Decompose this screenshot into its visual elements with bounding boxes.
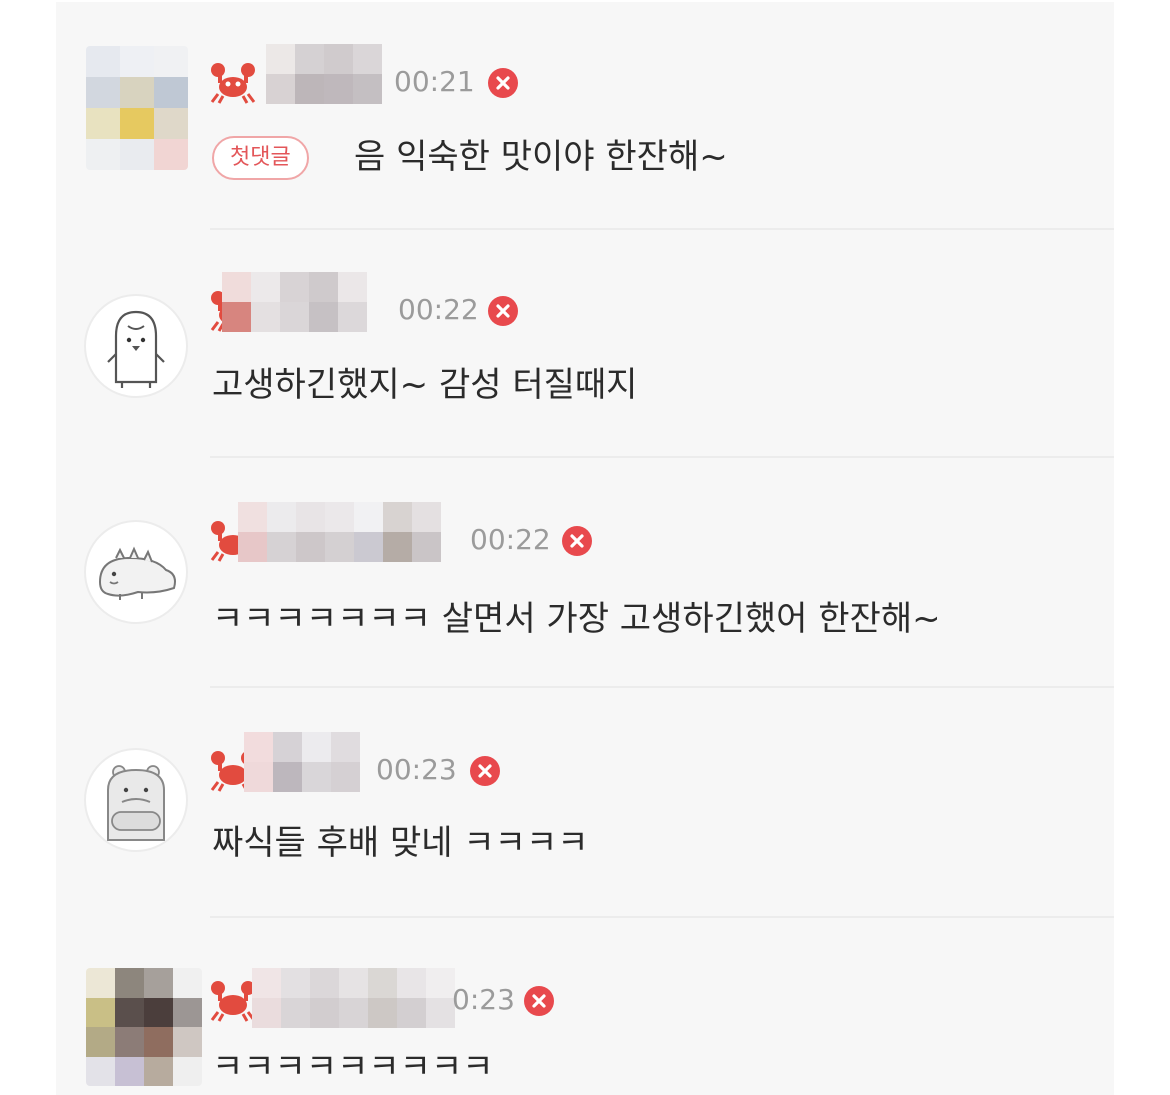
comment-item: 00:21 첫댓글 음 익숙한 맛이야 한잔해~ — [56, 2, 1114, 230]
comment-text: ㅋㅋㅋㅋㅋㅋㅋ 살면서 가장 고생하긴했어 한잔해~ — [212, 599, 941, 639]
username-blurred[interactable] — [238, 502, 441, 562]
delete-icon[interactable] — [562, 526, 592, 556]
divider — [210, 456, 1114, 458]
avatar[interactable] — [84, 520, 188, 624]
comment-time: 00:22 — [398, 293, 479, 326]
comment-item: 00:23 짜식들 후배 맞네 ㅋㅋㅋㅋ — [56, 690, 1114, 918]
delete-icon[interactable] — [488, 68, 518, 98]
avatar[interactable] — [86, 968, 202, 1086]
username-blurred[interactable] — [244, 732, 360, 792]
crab-icon — [210, 63, 256, 104]
delete-icon[interactable] — [524, 986, 554, 1016]
divider — [210, 916, 1114, 918]
comment-text: 고생하긴했지~ 감성 터질때지 — [212, 365, 638, 405]
avatar[interactable] — [84, 294, 188, 398]
username-blurred[interactable] — [266, 44, 382, 104]
avatar[interactable] — [86, 46, 188, 170]
comment-time: 00:23 — [376, 753, 457, 786]
penguin-character-icon — [107, 310, 165, 388]
dinosaur-character-icon — [98, 546, 176, 600]
avatar[interactable] — [84, 748, 188, 852]
comment-item: 0:23 ㅋㅋㅋㅋㅋㅋㅋㅋㅋ — [56, 920, 1114, 1095]
username-blurred[interactable] — [222, 272, 367, 332]
delete-icon[interactable] — [488, 296, 518, 326]
crab-icon — [210, 981, 256, 1022]
comment-list: 00:21 첫댓글 음 익숙한 맛이야 한잔해~ 00:22 고생하긴했지~ 감… — [56, 2, 1114, 1095]
comment-text: 음 익숙한 맛이야 한잔해~ — [354, 137, 728, 177]
first-comment-badge: 첫댓글 — [212, 136, 309, 180]
comment-item: 00:22 ㅋㅋㅋㅋㅋㅋㅋ 살면서 가장 고생하긴했어 한잔해~ — [56, 460, 1114, 688]
comment-text: ㅋㅋㅋㅋㅋㅋㅋㅋㅋ — [212, 1047, 494, 1087]
comment-time: 00:21 — [394, 65, 475, 98]
divider — [210, 686, 1114, 688]
hippo-character-icon — [107, 765, 165, 841]
delete-icon[interactable] — [470, 756, 500, 786]
comment-item: 00:22 고생하긴했지~ 감성 터질때지 — [56, 230, 1114, 458]
comment-text: 짜식들 후배 맞네 ㅋㅋㅋㅋ — [212, 823, 589, 863]
username-blurred[interactable] — [252, 968, 455, 1028]
comment-time: 00:22 — [470, 523, 551, 556]
comment-time: 0:23 — [452, 983, 515, 1016]
